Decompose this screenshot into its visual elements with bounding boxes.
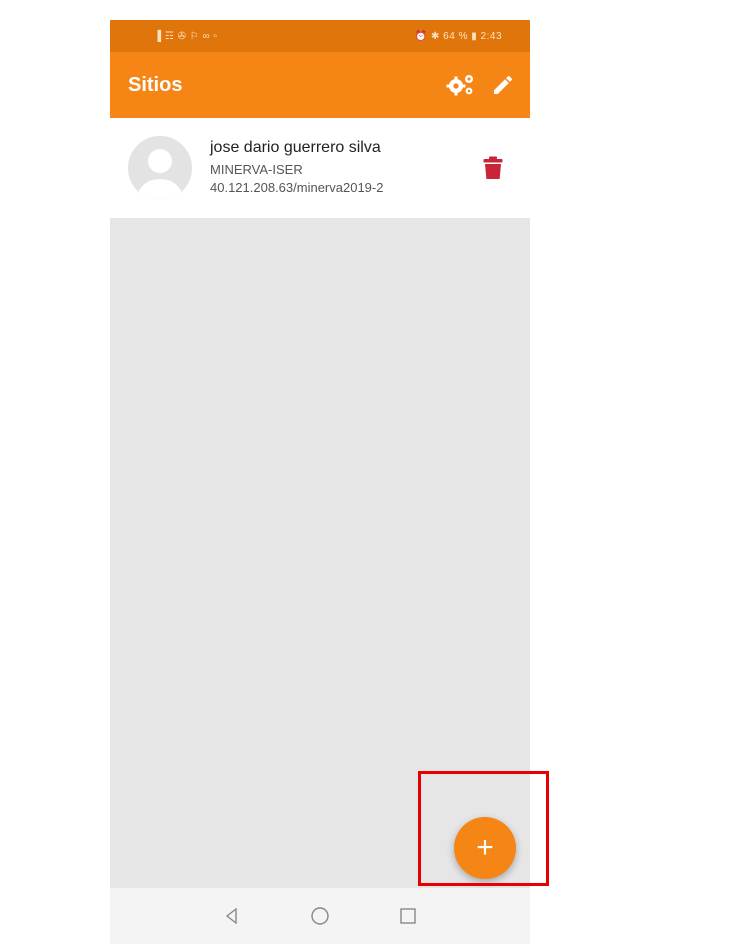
home-circle-icon [311,907,329,925]
app-bar: Sitios [110,52,530,118]
add-site-button[interactable]: + [454,817,516,879]
gears-icon [446,75,473,96]
avatar [128,136,192,200]
status-bar: ▐ ☶ ✇ ⚐ ∞ ▫ ⏰ ✱ 64 % ▮ 2:43 [110,20,530,52]
back-triangle-icon [225,907,237,925]
app-bar-actions [444,68,520,102]
pencil-icon [494,75,513,94]
status-icons-left: ▐ ☶ ✇ ⚐ ∞ ▫ [154,30,218,42]
site-url: 40.121.208.63/minerva2019-2 [210,180,384,195]
status-icons-right: ⏰ ✱ 64 % ▮ 2:43 [414,30,502,42]
site-details: jose dario guerrero silva MINERVA-ISER 4… [210,139,478,197]
settings-button[interactable] [444,68,478,102]
home-nav-button[interactable] [307,903,333,929]
recents-nav-button[interactable] [395,903,421,929]
delete-button[interactable] [478,153,508,183]
trash-icon [483,156,503,179]
phone-screen: ▐ ☶ ✇ ⚐ ∞ ▫ ⏰ ✱ 64 % ▮ 2:43 Sitios jose … [110,20,530,944]
site-list-item[interactable]: jose dario guerrero silva MINERVA-ISER 4… [110,118,530,218]
edit-button[interactable] [486,68,520,102]
screenshot-stage: ▐ ☶ ✇ ⚐ ∞ ▫ ⏰ ✱ 64 % ▮ 2:43 Sitios jose … [0,0,731,944]
site-name: MINERVA-ISER [210,162,303,177]
site-user-name: jose dario guerrero silva [210,139,381,156]
back-nav-button[interactable] [219,903,245,929]
user-placeholder-icon [128,136,192,200]
system-nav-bar [110,888,530,944]
recents-square-icon [400,908,416,924]
page-title: Sitios [128,73,183,96]
